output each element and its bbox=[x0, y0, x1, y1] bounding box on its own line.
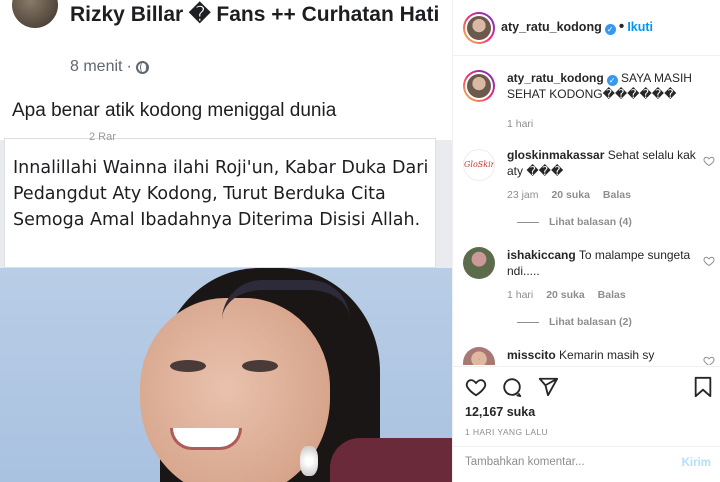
shared-post-card: 2 Rar Innalillahi Wainna ilahi Roji'un, … bbox=[4, 131, 436, 268]
portrait-photo bbox=[0, 268, 452, 482]
shared-post-text: Innalillahi Wainna ilahi Roji'un, Kabar … bbox=[13, 158, 429, 230]
comment-body: gloskinmakassar Sehat selalu kak aty ��� bbox=[507, 147, 703, 179]
comment-meta: 1 hari 20 suka Balas bbox=[507, 289, 636, 301]
comment-body: misscito Kemarin masih sy bbox=[507, 347, 703, 363]
comment-time[interactable]: 23 jam bbox=[507, 189, 539, 201]
caption-time[interactable]: 1 hari bbox=[507, 118, 533, 130]
bookmark-icon[interactable] bbox=[693, 376, 713, 398]
post-image: Rizky Billar � Fans ++ Curhatan Hati 8 m… bbox=[0, 0, 452, 482]
send-comment-button[interactable]: Kirim bbox=[682, 457, 711, 469]
comment-icon[interactable] bbox=[501, 376, 523, 398]
caption-body: aty_ratu_kodong ✓ SAYA MASIH SEHAT KODONG… bbox=[507, 70, 703, 102]
comment-meta: 23 jam 20 suka Balas bbox=[507, 189, 641, 201]
caption-meta: 1 hari bbox=[507, 118, 543, 130]
photo-eye-right bbox=[242, 360, 278, 372]
photo-headband bbox=[222, 280, 350, 320]
reply-button[interactable]: Balas bbox=[603, 189, 631, 201]
caption-username[interactable]: aty_ratu_kodong bbox=[507, 71, 604, 85]
photo-dress bbox=[330, 438, 452, 482]
view-replies-button[interactable]: Lihat balasan (2) bbox=[517, 316, 632, 328]
fb-meta: 8 menit · bbox=[70, 58, 149, 76]
add-comment-bar: Kirim bbox=[453, 446, 720, 482]
commenter-avatar[interactable]: GloSkin bbox=[463, 149, 495, 181]
share-icon[interactable] bbox=[537, 376, 559, 398]
comment-likes[interactable]: 20 suka bbox=[546, 289, 585, 301]
verified-badge-icon: ✓ bbox=[604, 24, 616, 35]
comment-username[interactable]: gloskinmakassar bbox=[507, 148, 604, 162]
header-separator: • bbox=[618, 18, 625, 35]
author-avatar[interactable] bbox=[463, 12, 495, 44]
fb-post-text: Apa benar atik kodong meniggal dunia bbox=[12, 100, 337, 121]
photo-earring bbox=[300, 446, 318, 476]
fb-author: Rizky Billar � Fans ++ Curhatan Hati bbox=[70, 3, 440, 26]
instagram-side-panel: aty_ratu_kodong ✓ • Ikuti aty_ratu_kodong ✓ … bbox=[452, 0, 720, 482]
shared-cut-text: 2 Rar bbox=[89, 131, 116, 143]
reply-button[interactable]: Balas bbox=[598, 289, 626, 301]
action-icons bbox=[465, 376, 559, 398]
heart-icon[interactable] bbox=[465, 376, 487, 398]
fb-time: 8 menit bbox=[70, 58, 123, 75]
comment-time[interactable]: 1 hari bbox=[507, 289, 533, 301]
author-username[interactable]: aty_ratu_kodong bbox=[501, 20, 602, 34]
comment-body: ishakiccang To malampe sungeta ndi..... bbox=[507, 247, 703, 279]
posted-time[interactable]: 1 HARI YANG LALU bbox=[465, 427, 548, 437]
comment-text: Kemarin masih sy bbox=[559, 348, 655, 362]
bookmark-button[interactable] bbox=[693, 376, 713, 398]
like-comment-heart-icon[interactable] bbox=[703, 355, 715, 365]
caption-avatar[interactable] bbox=[463, 70, 495, 102]
fb-post-card: Rizky Billar � Fans ++ Curhatan Hati 8 m… bbox=[0, 0, 452, 140]
follow-button[interactable]: Ikuti bbox=[627, 20, 653, 34]
comment-username[interactable]: misscito bbox=[507, 348, 556, 362]
commenter-avatar[interactable] bbox=[463, 347, 495, 365]
post-header: aty_ratu_kodong ✓ • Ikuti bbox=[453, 0, 720, 56]
comments-list[interactable]: aty_ratu_kodong ✓ SAYA MASIH SEHAT KODONG… bbox=[453, 57, 720, 365]
commenter-avatar[interactable] bbox=[463, 247, 495, 279]
comment-username[interactable]: ishakiccang bbox=[507, 248, 576, 262]
comment-input[interactable] bbox=[465, 456, 655, 468]
comment-likes[interactable]: 20 suka bbox=[551, 189, 590, 201]
verified-badge-icon: ✓ bbox=[606, 75, 618, 86]
likes-count[interactable]: 12,167 suka bbox=[465, 405, 535, 419]
view-replies-button[interactable]: Lihat balasan (4) bbox=[517, 216, 632, 228]
fb-avatar bbox=[12, 0, 58, 28]
photo-smile bbox=[170, 428, 242, 450]
photo-eye-left bbox=[170, 360, 206, 372]
globe-icon bbox=[135, 60, 149, 74]
like-comment-heart-icon[interactable] bbox=[703, 155, 715, 167]
like-comment-heart-icon[interactable] bbox=[703, 255, 715, 267]
